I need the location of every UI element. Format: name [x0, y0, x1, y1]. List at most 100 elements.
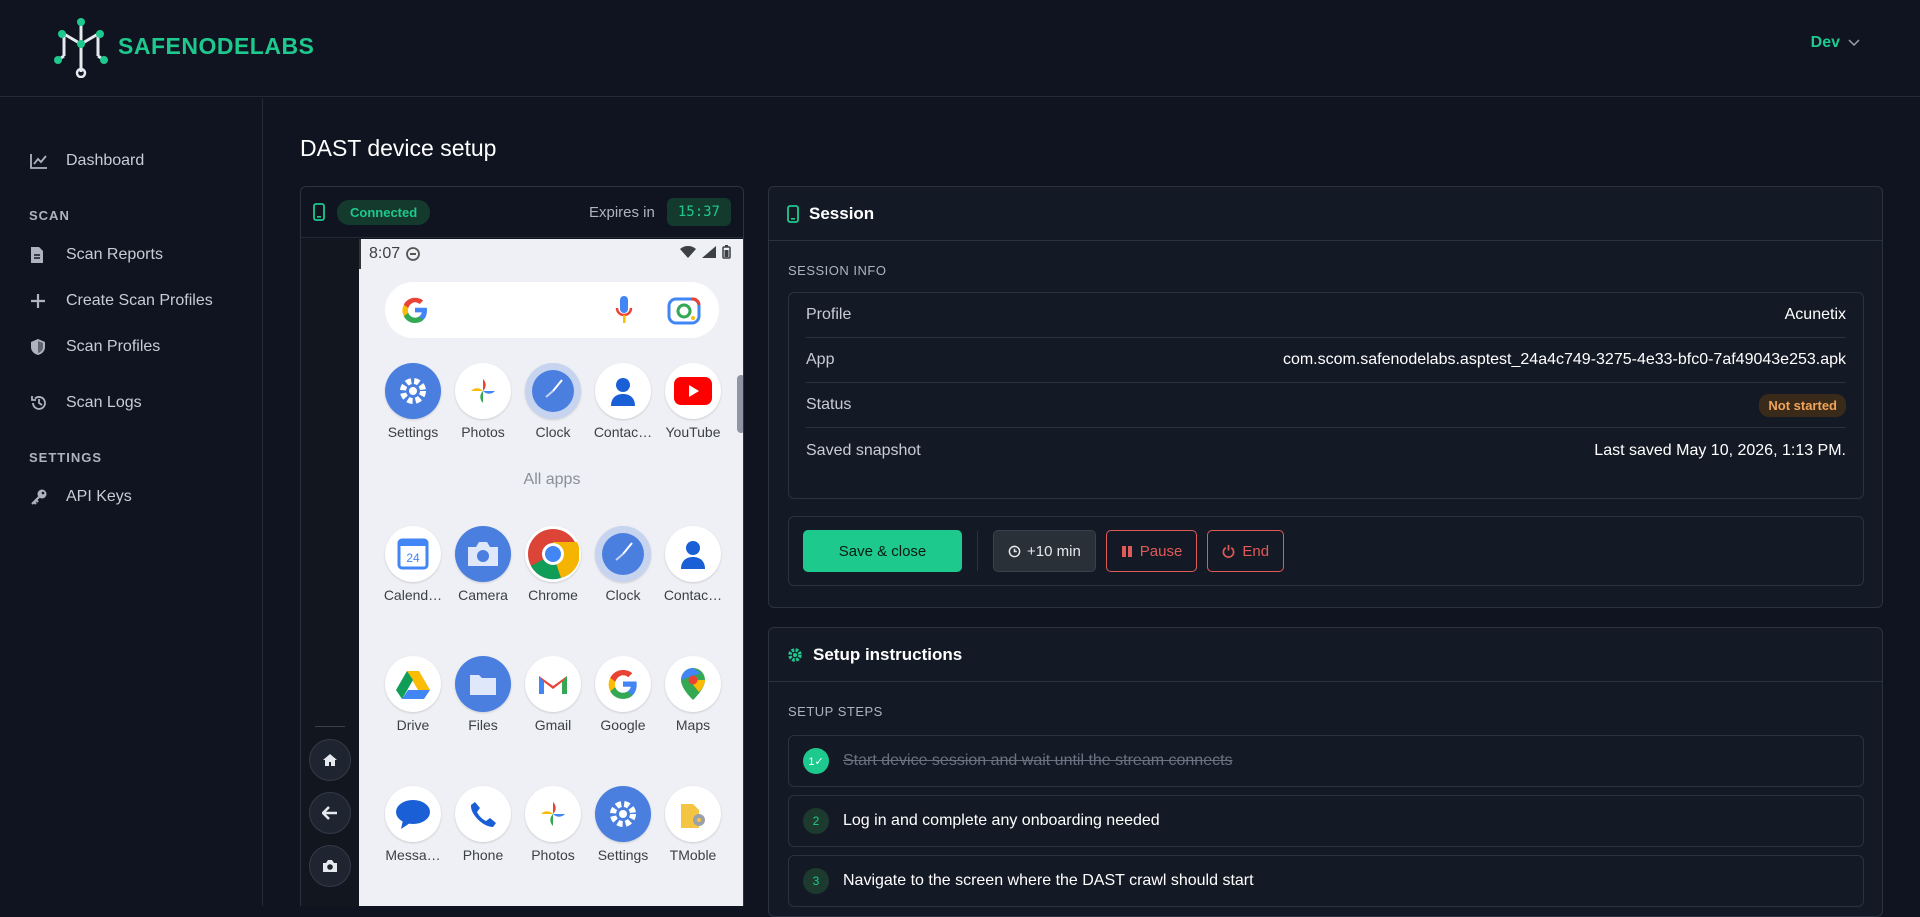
arrow-left-icon — [322, 806, 337, 820]
brand-name: SAFENODELABS — [118, 32, 315, 59]
step-number: 2 — [803, 808, 829, 834]
status-key: Status — [806, 396, 852, 413]
contacts-icon — [595, 363, 651, 419]
sidebar-section-settings: SETTINGS — [29, 449, 103, 465]
clock-icon — [1008, 545, 1021, 557]
settings-icon — [385, 363, 441, 419]
all-apps-label[interactable]: All apps — [359, 471, 743, 489]
tmoble-icon — [665, 786, 721, 842]
app-list-scrollbar[interactable] — [737, 375, 743, 433]
home-button[interactable] — [309, 739, 351, 781]
page-title: DAST device setup — [300, 135, 497, 161]
microphone-icon[interactable] — [615, 295, 633, 325]
brand-logo[interactable]: SAFENODELABS — [52, 14, 314, 78]
app-drive[interactable]: Drive — [378, 656, 448, 733]
phone-app-icon — [455, 786, 511, 842]
app-label: Clock — [535, 424, 571, 440]
app-label: Google — [600, 717, 646, 733]
app-google[interactable]: Google — [588, 656, 658, 733]
end-button[interactable]: End — [1207, 530, 1285, 572]
app-messages[interactable]: Messa… — [378, 786, 448, 863]
gear-icon — [788, 647, 802, 662]
app-key: App — [806, 351, 835, 368]
extend-time-button[interactable]: +10 min — [993, 530, 1096, 572]
app-youtube[interactable]: YouTube — [658, 363, 728, 440]
google-icon — [595, 656, 651, 712]
screen-edge — [359, 239, 361, 269]
app-row: App com.scom.safenodelabs.asptest_24a4c7… — [806, 338, 1846, 383]
wifi-icon — [680, 246, 696, 258]
drive-icon — [385, 656, 441, 712]
action-divider — [977, 531, 978, 571]
app-clock-2[interactable]: Clock — [588, 526, 658, 603]
files-icon — [455, 656, 511, 712]
history-icon — [30, 394, 66, 412]
device-screen[interactable]: 8:07 Settings Photos Clock Contac… YouTu… — [359, 239, 743, 906]
settings-status-icon — [406, 247, 421, 261]
app-contacts[interactable]: Contac… — [588, 363, 658, 440]
user-menu[interactable]: Dev — [1811, 34, 1860, 52]
sidebar-item-api-keys[interactable]: API Keys — [0, 474, 262, 520]
phone-time: 8:07 — [369, 245, 401, 262]
sidebar-item-label: API Keys — [66, 488, 132, 505]
setup-header: Setup instructions — [769, 628, 1882, 682]
logo-icon — [54, 18, 108, 78]
sidebar-item-label: Scan Logs — [66, 394, 142, 411]
screenshot-button[interactable] — [309, 845, 351, 887]
messages-icon — [385, 786, 441, 842]
app-gmail[interactable]: Gmail — [518, 656, 588, 733]
sidebar-section-scan: SCAN — [29, 207, 70, 223]
calendar-icon: 24 — [385, 526, 441, 582]
app-photos-2[interactable]: Photos — [518, 786, 588, 863]
app-calendar[interactable]: 24 Calend… — [378, 526, 448, 603]
status-badge: Not started — [1759, 393, 1846, 417]
app-files[interactable]: Files — [448, 656, 518, 733]
session-title: Session — [809, 203, 875, 223]
snapshot-row: Saved snapshot Last saved May 10, 2026, … — [806, 428, 1846, 473]
setup-step-2: 2 Log in and complete any onboarding nee… — [788, 795, 1864, 847]
app-label: Messa… — [385, 847, 441, 863]
sidebar-item-create-scan-profiles[interactable]: Create Scan Profiles — [0, 278, 262, 324]
app-label: Gmail — [534, 717, 572, 733]
phone-icon — [787, 204, 799, 223]
app-settings-2[interactable]: Settings — [588, 786, 658, 863]
photos-icon — [455, 363, 511, 419]
sidebar-item-scan-profiles[interactable]: Scan Profiles — [0, 324, 262, 370]
save-close-button[interactable]: Save & close — [803, 530, 962, 572]
phone-status-bar: 8:07 — [369, 245, 421, 263]
app-settings[interactable]: Settings — [378, 363, 448, 440]
pause-button[interactable]: Pause — [1105, 530, 1198, 572]
app-tmoble[interactable]: TMoble — [658, 786, 728, 863]
back-button[interactable] — [309, 792, 351, 834]
app-contacts-2[interactable]: Contac… — [658, 526, 728, 603]
top-bar: SAFENODELABS Dev — [0, 0, 1920, 97]
app-camera[interactable]: Camera — [448, 526, 518, 603]
app-photos[interactable]: Photos — [448, 363, 518, 440]
phone-icon — [313, 203, 325, 221]
sidebar-item-dashboard[interactable]: Dashboard — [0, 138, 262, 184]
snapshot-key: Saved snapshot — [806, 441, 921, 459]
step-number: 1✓ — [803, 748, 829, 774]
app-label: Calend… — [383, 587, 443, 603]
clock-icon — [525, 363, 581, 419]
chart-line-icon — [30, 153, 66, 169]
app-label: Camera — [458, 587, 508, 603]
sidebar-item-label: Dashboard — [66, 152, 145, 169]
app-value: com.scom.safenodelabs.asptest_24a4c749-3… — [1282, 351, 1846, 368]
profile-key: Profile — [806, 306, 852, 323]
google-lens-icon[interactable] — [667, 294, 701, 326]
rail-divider — [315, 726, 345, 727]
sidebar-item-scan-reports[interactable]: Scan Reports — [0, 232, 262, 278]
sidebar-item-scan-logs[interactable]: Scan Logs — [0, 380, 262, 426]
app-label: Maps — [675, 717, 711, 733]
session-timer: 15:37 — [666, 198, 731, 226]
app-maps[interactable]: Maps — [658, 656, 728, 733]
app-phone[interactable]: Phone — [448, 786, 518, 863]
session-header: Session — [769, 187, 1882, 241]
app-clock[interactable]: Clock — [518, 363, 588, 440]
app-chrome[interactable]: Chrome — [518, 526, 588, 603]
profile-row: Profile Acunetix — [806, 293, 1846, 338]
google-search-bar[interactable] — [385, 282, 719, 338]
contacts-icon — [665, 526, 721, 582]
profile-value: Acunetix — [1784, 306, 1846, 323]
